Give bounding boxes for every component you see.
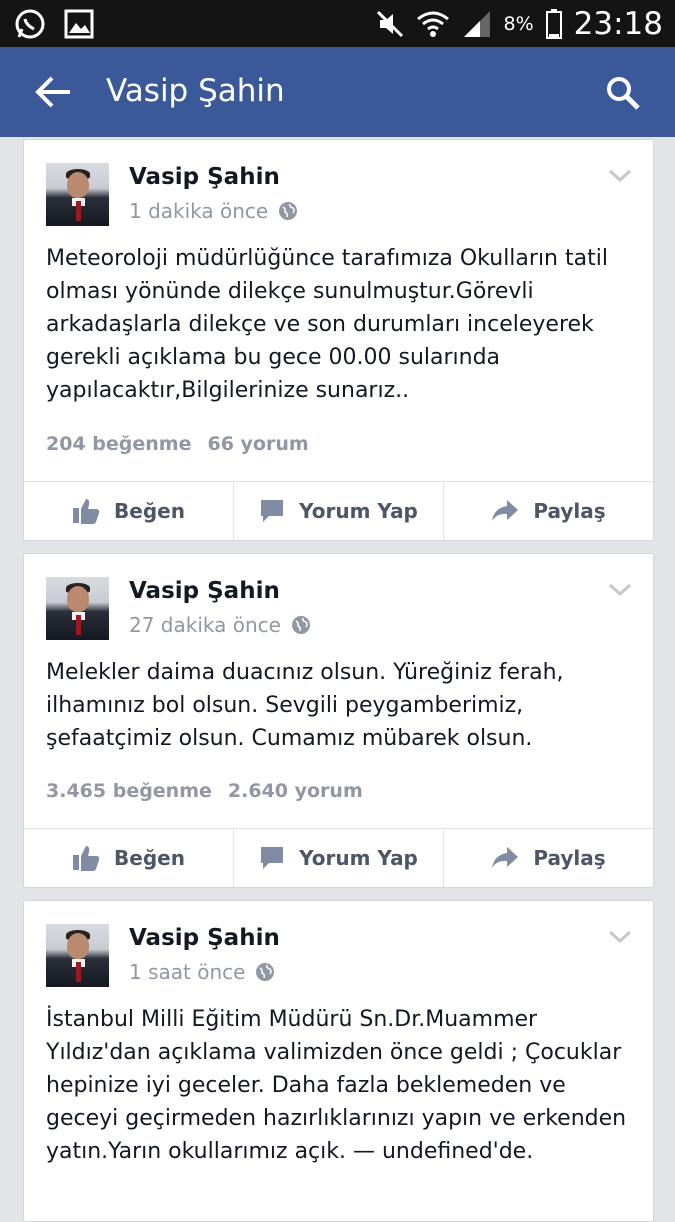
comment-count[interactable]: 66 yorum — [207, 433, 308, 455]
chevron-down-icon[interactable] — [607, 929, 633, 945]
post-counts: 3.465 beğenme 2.640 yorum — [46, 780, 363, 802]
avatar[interactable] — [46, 924, 109, 987]
post-counts: 204 beğenme 66 yorum — [46, 433, 309, 455]
post-card: Vasip Şahin 1 saat önce İstanbul Milli E… — [23, 900, 654, 1222]
post-actions: Beğen Yorum Yap Paylaş — [24, 481, 653, 540]
post-time[interactable]: 27 dakika önce — [129, 613, 311, 637]
avatar[interactable] — [46, 577, 109, 640]
share-label: Paylaş — [533, 846, 606, 870]
like-button[interactable]: Beğen — [24, 482, 234, 540]
comment-icon — [261, 500, 284, 522]
share-icon — [492, 500, 519, 521]
status-bar: 8% 23:18 — [0, 0, 675, 47]
arrow-left-icon[interactable] — [34, 75, 74, 109]
thumbs-up-icon — [73, 499, 100, 524]
post-actions: Beğen Yorum Yap Paylaş — [24, 828, 653, 887]
mute-icon — [376, 10, 403, 38]
battery-icon — [545, 9, 562, 39]
globe-icon — [256, 963, 275, 981]
page-title: Vasip Şahin — [106, 73, 285, 109]
share-icon — [492, 847, 519, 868]
like-count[interactable]: 3.465 beğenme — [46, 780, 212, 802]
whatsapp-icon — [15, 9, 45, 39]
post-author[interactable]: Vasip Şahin — [129, 164, 280, 190]
post-time-label: 1 saat önce — [129, 960, 246, 984]
post-time[interactable]: 1 saat önce — [129, 960, 275, 984]
globe-icon — [279, 202, 298, 220]
comment-icon — [261, 847, 284, 869]
comment-label: Yorum Yap — [299, 846, 418, 870]
clock: 23:18 — [573, 6, 663, 42]
signal-icon — [463, 11, 490, 37]
post-author[interactable]: Vasip Şahin — [129, 925, 280, 951]
post-time[interactable]: 1 dakika önce — [129, 199, 298, 223]
wifi-icon — [416, 11, 449, 37]
post-time-label: 27 dakika önce — [129, 613, 281, 637]
post-author[interactable]: Vasip Şahin — [129, 578, 280, 604]
chevron-down-icon[interactable] — [607, 582, 633, 598]
like-label: Beğen — [114, 846, 185, 870]
comment-button[interactable]: Yorum Yap — [234, 482, 444, 540]
comment-label: Yorum Yap — [299, 499, 418, 523]
post-text: Meteoroloji müdürlüğünce tarafımıza Okul… — [46, 246, 608, 403]
thumbs-up-icon — [73, 846, 100, 871]
comment-button[interactable]: Yorum Yap — [234, 829, 444, 887]
globe-icon — [291, 616, 310, 634]
chevron-down-icon[interactable] — [607, 168, 633, 184]
post-card: Vasip Şahin 1 dakika önce Meteoroloji mü… — [23, 139, 654, 541]
post-time-label: 1 dakika önce — [129, 199, 269, 223]
share-button[interactable]: Paylaş — [444, 482, 653, 540]
like-count[interactable]: 204 beğenme — [46, 433, 191, 455]
share-button[interactable]: Paylaş — [444, 829, 653, 887]
like-button[interactable]: Beğen — [24, 829, 234, 887]
share-label: Paylaş — [533, 499, 606, 523]
search-icon[interactable] — [605, 75, 641, 111]
post-text: İstanbul Milli Eğitim Müdürü Sn.Dr.Muamm… — [46, 1007, 627, 1164]
avatar[interactable] — [46, 163, 109, 226]
post-text: Melekler daima duacınız olsun. Yüreğiniz… — [46, 660, 564, 751]
post-card: Vasip Şahin 27 dakika önce Melekler daim… — [23, 553, 654, 888]
app-bar: Vasip Şahin — [0, 47, 675, 137]
image-icon — [64, 9, 94, 39]
like-label: Beğen — [114, 499, 185, 523]
battery-percent: 8% — [503, 13, 534, 35]
comment-count[interactable]: 2.640 yorum — [228, 780, 363, 802]
